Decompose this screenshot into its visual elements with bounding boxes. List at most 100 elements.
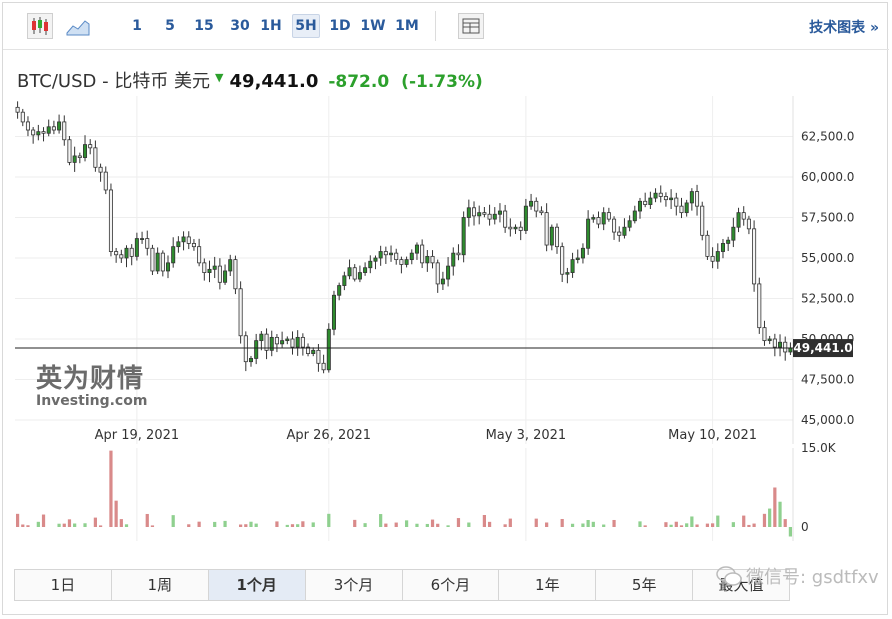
candle-body: [446, 265, 451, 280]
candle-body: [617, 231, 622, 236]
y-tick-label: 60,000.0: [801, 170, 854, 184]
candle-body: [15, 106, 20, 113]
volume-bar: [197, 521, 201, 527]
candle-body: [736, 212, 741, 228]
volume-bar: [187, 524, 191, 527]
volume-bar: [638, 521, 642, 527]
candle-body: [472, 207, 477, 217]
volume-bar: [674, 521, 678, 527]
candle-body: [539, 210, 544, 214]
volume-bar: [114, 500, 118, 527]
candle-body: [316, 349, 321, 364]
candle-body: [746, 218, 751, 230]
range-tab-1[interactable]: 1日: [15, 570, 112, 600]
volume-bar: [327, 513, 331, 527]
candle-body: [580, 247, 585, 259]
candle-body: [544, 212, 549, 246]
volume-bar: [742, 515, 746, 527]
candle-body: [461, 217, 466, 256]
candle-body: [762, 327, 767, 342]
volume-bar: [545, 522, 549, 527]
candle-body: [383, 251, 388, 256]
candle-body: [67, 139, 72, 163]
volume-bar: [612, 519, 616, 527]
candle-body: [217, 265, 222, 283]
volume-bar: [482, 515, 487, 527]
candle-body: [679, 205, 684, 214]
candle-body: [202, 262, 207, 273]
candle-body: [612, 218, 617, 233]
volume-bar: [296, 524, 300, 527]
volume-bar: [83, 523, 87, 527]
candle-body: [700, 205, 705, 236]
candle-body: [710, 255, 715, 262]
candle-body: [181, 236, 186, 243]
range-tab-3[interactable]: 1个月: [208, 570, 306, 600]
volume-bar: [762, 513, 767, 527]
volume-bar: [669, 524, 673, 527]
range-tab-4[interactable]: 3个月: [305, 570, 403, 600]
candle-body: [513, 226, 518, 230]
candle-body: [46, 126, 51, 134]
candle-body: [197, 246, 202, 264]
volume-bar: [581, 523, 585, 527]
range-tab-7[interactable]: 5年: [596, 570, 694, 600]
candle-body: [720, 243, 725, 252]
candle-body: [508, 226, 513, 230]
range-tabs: 1日 1周 1个月 3个月 6个月 1年 5年 最大值: [14, 569, 790, 601]
candle-body: [280, 340, 285, 345]
candle-body: [331, 294, 336, 330]
candle-body: [689, 191, 694, 204]
candle-body: [741, 212, 746, 220]
volume-bar: [254, 523, 258, 527]
y-tick-label: 55,000.0: [801, 251, 854, 265]
volume-bar: [586, 519, 590, 527]
candle-body: [31, 129, 36, 136]
volume-bar: [249, 521, 253, 527]
candle-body: [295, 336, 300, 348]
candle-body: [653, 192, 658, 199]
candle-body: [767, 338, 772, 342]
candle-body: [529, 200, 534, 207]
candle-body: [129, 247, 134, 257]
candle-body: [363, 267, 368, 273]
candle-body: [482, 212, 487, 215]
candle-body: [425, 255, 430, 264]
volume-bar: [690, 516, 694, 527]
candle-body: [108, 189, 113, 252]
volume-tick-label: 15.0K: [801, 441, 837, 455]
candle-body: [627, 220, 632, 228]
candle-body: [606, 212, 611, 220]
volume-bar: [285, 524, 289, 527]
candle-body: [243, 335, 248, 363]
candle-body: [534, 200, 539, 212]
range-tab-5[interactable]: 6个月: [402, 570, 500, 600]
y-tick-label: 62,500.0: [801, 130, 854, 144]
candle-body: [399, 259, 404, 265]
candle-body: [223, 270, 228, 283]
candle-body: [207, 268, 212, 273]
volume-bar: [244, 524, 248, 527]
candle-body: [155, 252, 160, 272]
volume-bar: [752, 523, 756, 527]
x-tick-label: May 10, 2021: [668, 428, 757, 443]
candle-body: [601, 212, 606, 225]
y-tick-label: 47,500.0: [801, 373, 854, 387]
candle-body: [451, 252, 456, 267]
volume-bar: [394, 522, 398, 527]
candle-body: [51, 126, 56, 131]
candle-body: [352, 267, 357, 280]
candle-body: [254, 340, 259, 359]
volume-bar: [36, 521, 40, 527]
range-tab-2[interactable]: 1周: [111, 570, 209, 600]
candle-body: [274, 336, 279, 345]
price-chart[interactable]: 62,500.0 60,000.0 57,500.0 55,000.0 52,500.0…: [0, 0, 892, 619]
range-tab-6[interactable]: 1年: [499, 570, 597, 600]
candle-body: [596, 217, 601, 225]
candle-body: [145, 238, 150, 249]
volume-bar: [62, 523, 66, 527]
candle-body: [114, 251, 119, 256]
volume-bar: [747, 524, 751, 527]
candle-body: [752, 228, 757, 285]
candle-body: [518, 226, 523, 231]
